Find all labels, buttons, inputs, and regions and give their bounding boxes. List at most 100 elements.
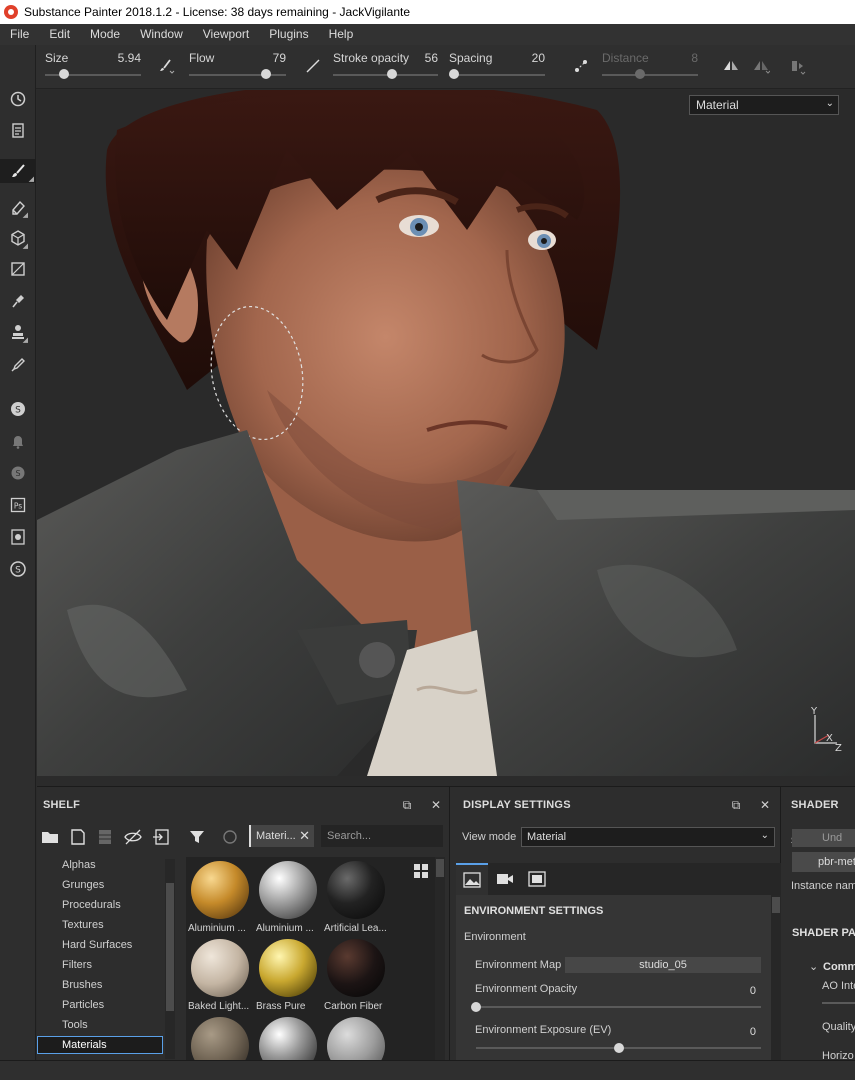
environment-exposure-knob[interactable] — [613, 1043, 624, 1053]
polygon-fill-tool-icon[interactable] — [6, 257, 30, 281]
grid-view-icon[interactable] — [413, 863, 429, 879]
stroke-opacity-track[interactable] — [333, 74, 438, 76]
log-icon[interactable] — [6, 118, 30, 142]
projection-tool-icon[interactable]: ◢ — [6, 226, 30, 250]
refresh-icon[interactable] — [220, 827, 240, 847]
menu-file[interactable]: File — [0, 24, 39, 45]
menu-window[interactable]: Window — [130, 24, 193, 45]
clone-stamp-tool-icon[interactable]: ◢ — [6, 320, 30, 344]
undock-icon[interactable]: ⧉ — [730, 799, 742, 811]
shelf-search-input[interactable] — [321, 825, 443, 847]
stroke-opacity-slider[interactable]: Stroke opacity 56 — [333, 49, 438, 85]
character-render[interactable] — [37, 90, 855, 776]
shader-select-button[interactable]: pbr-met — [792, 852, 855, 872]
spacing-knob[interactable] — [448, 69, 459, 79]
history-icon[interactable] — [6, 87, 30, 111]
filter-icon[interactable] — [187, 827, 207, 847]
shelf-category-tools[interactable]: Tools — [62, 1019, 88, 1031]
category-scrollbar[interactable] — [165, 859, 175, 1059]
shelf-asset-item[interactable] — [324, 1017, 388, 1061]
view-mode-select[interactable]: Material ⌄ — [521, 827, 775, 847]
shelf-asset-item[interactable]: Aluminium ... — [256, 861, 320, 934]
environment-map-field[interactable]: studio_05 — [565, 957, 761, 973]
symmetry-y-icon[interactable] — [752, 57, 770, 75]
environment-exposure-value[interactable]: 0 — [716, 1026, 756, 1038]
folder-icon[interactable] — [40, 827, 60, 847]
undo-button[interactable]: Und — [792, 829, 855, 847]
shelf-category-filters[interactable]: Filters — [62, 959, 92, 971]
scrollbar-thumb[interactable] — [166, 883, 174, 1011]
shelf-category-materials[interactable]: Materials — [37, 1036, 163, 1054]
shelf-category-procedurals[interactable]: Procedurals — [62, 899, 121, 911]
size-slider[interactable]: Size 5.94 — [45, 49, 141, 85]
shelf-asset-item[interactable]: Aluminium ... — [188, 861, 252, 934]
substance-source-icon: S — [6, 461, 30, 485]
flow-track[interactable] — [189, 74, 286, 76]
shelf-category-alphas[interactable]: Alphas — [62, 859, 96, 871]
import-icon[interactable] — [151, 827, 171, 847]
environment-opacity-track[interactable] — [476, 1006, 761, 1008]
flow-knob[interactable] — [260, 69, 271, 79]
lazy-mouse-icon[interactable] — [572, 57, 590, 75]
menu-viewport[interactable]: Viewport — [193, 24, 259, 45]
stroke-line-icon[interactable] — [304, 57, 322, 75]
paint-brush-tool-icon[interactable]: ◢ — [0, 159, 36, 183]
close-icon[interactable]: ✕ — [299, 825, 310, 847]
shelf-asset-item[interactable]: Baked Light... — [188, 939, 252, 1012]
environment-opacity-knob[interactable] — [471, 1002, 481, 1012]
substance-share-icon[interactable]: S — [6, 557, 30, 581]
shelf-category-brushes[interactable]: Brushes — [62, 979, 102, 991]
color-picker-tool-icon[interactable] — [6, 353, 30, 377]
environment-opacity-value[interactable]: 0 — [716, 985, 756, 997]
undock-icon[interactable]: ⧉ — [401, 799, 413, 811]
menu-mode[interactable]: Mode — [80, 24, 130, 45]
chevron-down-icon[interactable]: ⌄ — [809, 960, 818, 973]
spacing-slider[interactable]: Spacing 20 — [448, 49, 545, 85]
ao-intensity-track[interactable] — [822, 1002, 855, 1004]
scrollbar-thumb[interactable] — [772, 897, 780, 913]
display-settings-scrollbar[interactable] — [771, 895, 781, 1061]
asset-name: Carbon Fiber — [324, 1001, 383, 1012]
tab-environment[interactable] — [456, 863, 488, 895]
stroke-opacity-knob[interactable] — [386, 69, 397, 79]
viewport-view-mode-select[interactable]: Material ⌄ — [689, 95, 839, 115]
menu-help[interactable]: Help — [319, 24, 364, 45]
symmetry-x-icon[interactable] — [722, 57, 740, 75]
size-knob[interactable] — [59, 69, 70, 79]
common-group-label[interactable]: Comm — [823, 961, 855, 973]
baking-icon[interactable]: S — [6, 397, 30, 421]
iray-render-icon[interactable] — [6, 525, 30, 549]
photoshop-export-icon[interactable]: Ps — [6, 493, 30, 517]
stroke-opacity-value[interactable]: 56 — [425, 51, 438, 65]
asset-scrollbar[interactable] — [435, 857, 445, 1061]
shelf-category-grunges[interactable]: Grunges — [62, 879, 104, 891]
flow-slider[interactable]: Flow 79 — [189, 49, 286, 85]
shelf-asset-item[interactable]: Brass Pure — [256, 939, 320, 1012]
close-icon[interactable]: ✕ — [430, 799, 442, 811]
shelf-asset-item[interactable]: Carbon Fiber — [324, 939, 388, 1012]
shelf-category-particles[interactable]: Particles — [62, 999, 104, 1011]
menu-plugins[interactable]: Plugins — [259, 24, 318, 45]
tab-camera[interactable] — [489, 863, 521, 895]
shelf-asset-item[interactable] — [256, 1017, 320, 1061]
eraser-tool-icon[interactable]: ◢ — [6, 195, 30, 219]
spacing-track[interactable] — [449, 74, 545, 76]
shelf-asset-item[interactable] — [188, 1017, 252, 1061]
symmetry-settings-icon[interactable] — [788, 57, 806, 75]
shelf-filter-chip[interactable]: Materi... ✕ — [249, 825, 314, 847]
spacing-value[interactable]: 20 — [532, 51, 545, 65]
scrollbar-thumb[interactable] — [436, 859, 444, 877]
tab-viewport-effects[interactable] — [521, 863, 553, 895]
hide-icon[interactable] — [123, 827, 143, 847]
shelf-category-textures[interactable]: Textures — [62, 919, 104, 931]
smudge-tool-icon[interactable] — [6, 289, 30, 313]
menu-edit[interactable]: Edit — [39, 24, 80, 45]
size-value[interactable]: 5.94 — [118, 51, 141, 65]
brush-preset-icon[interactable] — [158, 57, 176, 75]
shelf-asset-item[interactable]: Artificial Lea... — [324, 861, 388, 934]
close-icon[interactable]: ✕ — [759, 799, 771, 811]
3d-viewport[interactable]: Material ⌄ Y X Z — [37, 90, 855, 776]
new-file-icon[interactable] — [68, 827, 88, 847]
flow-value[interactable]: 79 — [273, 51, 286, 65]
shelf-category-hard-surfaces[interactable]: Hard Surfaces — [62, 939, 132, 951]
